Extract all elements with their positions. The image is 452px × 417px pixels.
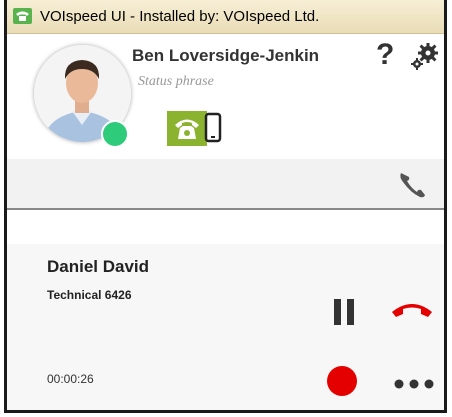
desk-phone-mode-button[interactable] (167, 111, 207, 146)
app-icon (13, 8, 32, 24)
title-bar[interactable]: VOIspeed UI - Installed by: VOIspeed Ltd… (7, 0, 444, 34)
mobile-phone-mode-button[interactable] (203, 111, 223, 150)
window-title: VOIspeed UI - Installed by: VOIspeed Ltd… (40, 8, 320, 25)
hangup-button[interactable] (389, 300, 435, 325)
user-name: Ben Loversidge-Jenkin (132, 46, 320, 65)
app-window: VOIspeed UI - Installed by: VOIspeed Ltd… (4, 0, 447, 413)
active-call-panel: Daniel David Technical 6426 00:00:26 (7, 244, 444, 410)
pause-icon (334, 299, 354, 325)
caller-name: Daniel David (47, 257, 150, 276)
presence-indicator (101, 120, 129, 148)
help-button[interactable]: ? (376, 40, 394, 70)
gear-icon[interactable] (408, 42, 438, 77)
hangup-icon (392, 304, 432, 317)
record-button[interactable] (327, 366, 357, 396)
more-options-button[interactable] (393, 377, 435, 395)
profile-header: Ben Loversidge-Jenkin Status phrase ? (7, 34, 444, 159)
spacer (7, 211, 444, 244)
handset-icon[interactable] (396, 169, 428, 206)
hold-button[interactable] (331, 297, 357, 332)
call-duration: 00:00:26 (47, 372, 94, 386)
status-phrase[interactable]: Status phrase (138, 74, 214, 90)
more-icon (394, 379, 434, 389)
caller-detail: Technical 6426 (47, 288, 132, 302)
desk-phone-icon (175, 119, 199, 139)
mobile-phone-icon (204, 112, 222, 143)
dial-bar (7, 159, 444, 210)
